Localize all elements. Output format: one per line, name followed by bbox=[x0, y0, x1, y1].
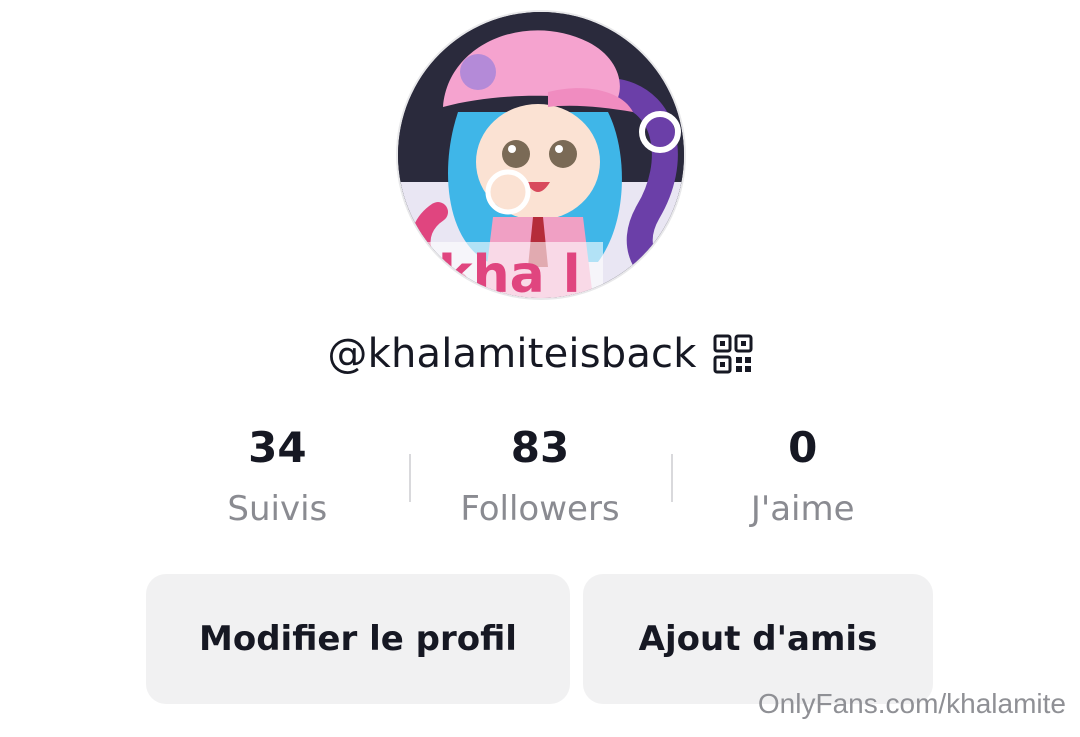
stat-label: Suivis bbox=[227, 489, 328, 529]
stat-likes[interactable]: 0 J'aime bbox=[671, 418, 934, 542]
svg-text:kha l: kha l bbox=[438, 245, 581, 298]
stat-label: Followers bbox=[460, 489, 620, 529]
watermark-text: OnlyFans.com/khalamite bbox=[757, 688, 1066, 719]
add-friends-button[interactable]: Ajout d'amis bbox=[583, 574, 933, 704]
profile-avatar[interactable]: kha l bbox=[398, 12, 684, 298]
stat-value: 0 bbox=[788, 423, 818, 472]
stat-value: 83 bbox=[510, 423, 570, 472]
username: @khalamiteisback bbox=[327, 331, 697, 377]
edit-profile-button[interactable]: Modifier le profil bbox=[146, 574, 570, 704]
username-row: @khalamiteisback bbox=[0, 322, 1080, 386]
stat-label: J'aime bbox=[750, 489, 855, 529]
qr-code-icon[interactable] bbox=[713, 334, 753, 374]
stat-following[interactable]: 34 Suivis bbox=[146, 418, 409, 542]
avatar-image: kha l bbox=[398, 12, 684, 298]
profile-stats: 34 Suivis 83 Followers 0 J'aime bbox=[146, 418, 934, 542]
stat-value: 34 bbox=[248, 423, 307, 472]
stat-followers[interactable]: 83 Followers bbox=[408, 418, 672, 542]
